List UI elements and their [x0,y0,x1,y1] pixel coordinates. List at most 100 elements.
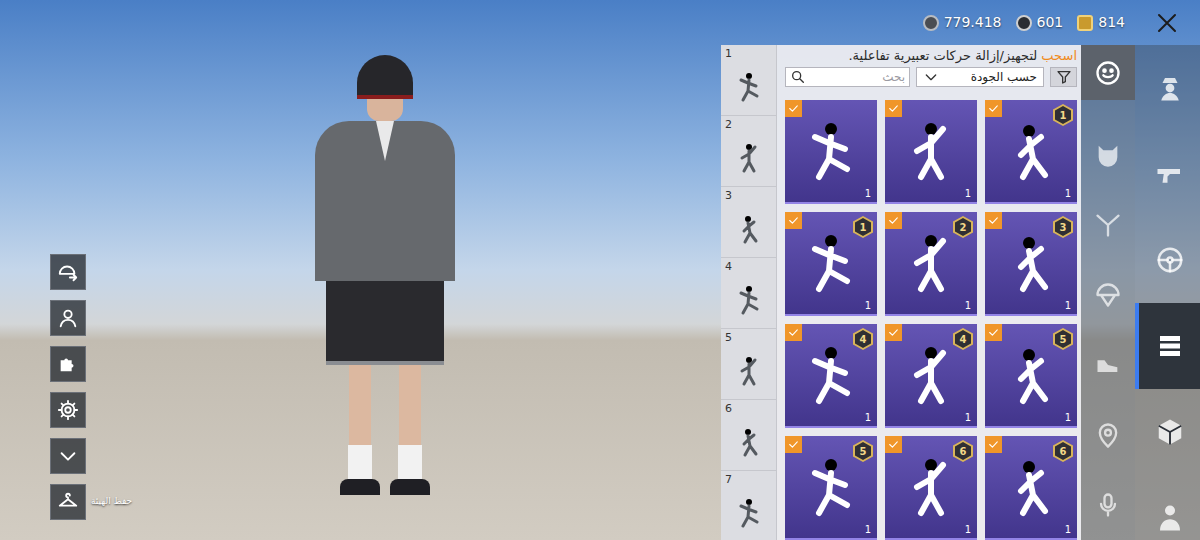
tool-button[interactable] [50,346,86,382]
filter-button[interactable] [1050,67,1077,87]
emote-card[interactable]: 11 [785,212,877,316]
emote-card[interactable]: 61 [985,436,1077,540]
filter-icon [1056,69,1072,85]
equipped-check-icon [885,100,902,117]
emote-slot[interactable]: 3 [721,187,776,258]
emote-card[interactable]: 11 [985,100,1077,204]
equipped-check-icon [885,212,902,229]
equipped-check-icon [985,100,1002,117]
emote-count: 1 [865,189,871,199]
category-tab[interactable] [1081,330,1135,400]
equipped-check-icon [785,212,802,229]
slot-number: 3 [725,190,772,201]
emote-panel: 1234567 اسحبلتجهيز/إزالة حركات تعبيرية ت… [721,45,1081,540]
section-tab[interactable] [1135,475,1200,540]
emote-figure-icon [1001,119,1061,183]
panel-main: اسحبلتجهيز/إزالة حركات تعبيرية تفاعلية. … [777,45,1081,540]
tool-button[interactable] [50,300,86,336]
emote-figure-icon [801,119,861,183]
category-tab[interactable] [1081,190,1135,260]
emote-slot[interactable]: 6 [721,400,776,471]
section-tab[interactable] [1135,389,1200,475]
emote-slot[interactable]: 1 [721,45,776,116]
category-tab[interactable] [1081,470,1135,540]
emote-card[interactable]: 1 [885,100,977,204]
emote-figure-icon [801,231,861,295]
search-input[interactable] [810,68,905,86]
category-tab[interactable] [1081,45,1135,100]
emote-figure-icon [725,59,772,115]
tool-button[interactable] [50,254,86,290]
equipped-check-icon [985,436,1002,453]
sort-label: حسب الجودة [971,68,1037,86]
scene-area: حفظ الهيئة [0,0,721,540]
emote-card[interactable]: 21 [885,212,977,316]
slot-number: 2 [725,119,772,130]
level-badge: 1 [1053,104,1073,126]
bp-coin-icon [923,15,939,31]
wheel-icon [1155,245,1185,275]
tool-button[interactable] [50,484,86,520]
emote-slot[interactable]: 5 [721,329,776,400]
equipped-check-icon [785,324,802,341]
slot-number: 7 [725,474,772,485]
player-character[interactable] [300,0,470,540]
section-tab[interactable] [1135,217,1200,303]
level-badge: 3 [1053,216,1073,238]
emote-slot[interactable]: 4 [721,258,776,329]
emote-card[interactable]: 41 [785,324,877,428]
gear-icon [57,399,79,421]
category-tab[interactable] [1081,260,1135,330]
emote-card[interactable]: 61 [885,436,977,540]
pin-icon [1094,421,1122,449]
glider-icon [1094,211,1122,239]
emote-figure-icon [901,119,961,183]
emote-slot[interactable]: 7 [721,471,776,540]
level-badge: 5 [1053,328,1073,350]
category-tab[interactable] [1081,120,1135,190]
emote-card[interactable]: 51 [985,324,1077,428]
search-field[interactable] [785,67,910,87]
tool-column: حفظ الهيئة [50,0,150,540]
tool-row [50,346,150,382]
level-badge: 2 [953,216,973,238]
currency-amount: 601 [1037,12,1064,33]
emote-card[interactable]: 51 [785,436,877,540]
close-button[interactable] [1153,9,1181,37]
section-tab[interactable] [1135,131,1200,217]
crate-icon [1155,417,1185,447]
level-number: 1 [855,218,871,236]
emote-slot[interactable]: 2 [721,116,776,187]
emote-figure-icon [725,414,772,470]
ag-coin-icon [1016,15,1032,31]
filter-row: حسب الجودة [785,67,1077,87]
emote-count: 1 [965,413,971,423]
hanger-icon [57,491,79,513]
hint-text: لتجهيز/إزالة حركات تعبيرية تفاعلية. [848,46,1037,66]
tool-button[interactable] [50,438,86,474]
section-tab[interactable] [1135,303,1200,389]
level-number: 2 [955,218,971,236]
helmet-swap-icon [57,261,79,283]
tool-row [50,392,150,428]
level-badge: 4 [953,328,973,350]
emote-figure-icon [1001,231,1061,295]
sort-dropdown[interactable]: حسب الجودة [916,67,1044,87]
emote-figure-icon [725,343,772,399]
currency-bar: 779.418601814 [721,0,1200,45]
emote-card[interactable]: 41 [885,324,977,428]
person-icon [1155,503,1185,533]
tool-button[interactable] [50,392,86,428]
section-tab[interactable] [1135,45,1200,131]
pet-icon [1094,141,1122,169]
emote-card[interactable]: 1 [785,100,877,204]
emote-figure-icon [1001,455,1061,519]
level-badge: 5 [853,440,873,462]
level-number: 4 [855,330,871,348]
emote-count: 1 [965,525,971,535]
emote-card[interactable]: 31 [985,212,1077,316]
category-column [1081,45,1135,540]
puzzle-icon [57,353,79,375]
category-tab[interactable] [1081,400,1135,470]
slot-column: 1 2 3 456 7 [721,45,777,540]
